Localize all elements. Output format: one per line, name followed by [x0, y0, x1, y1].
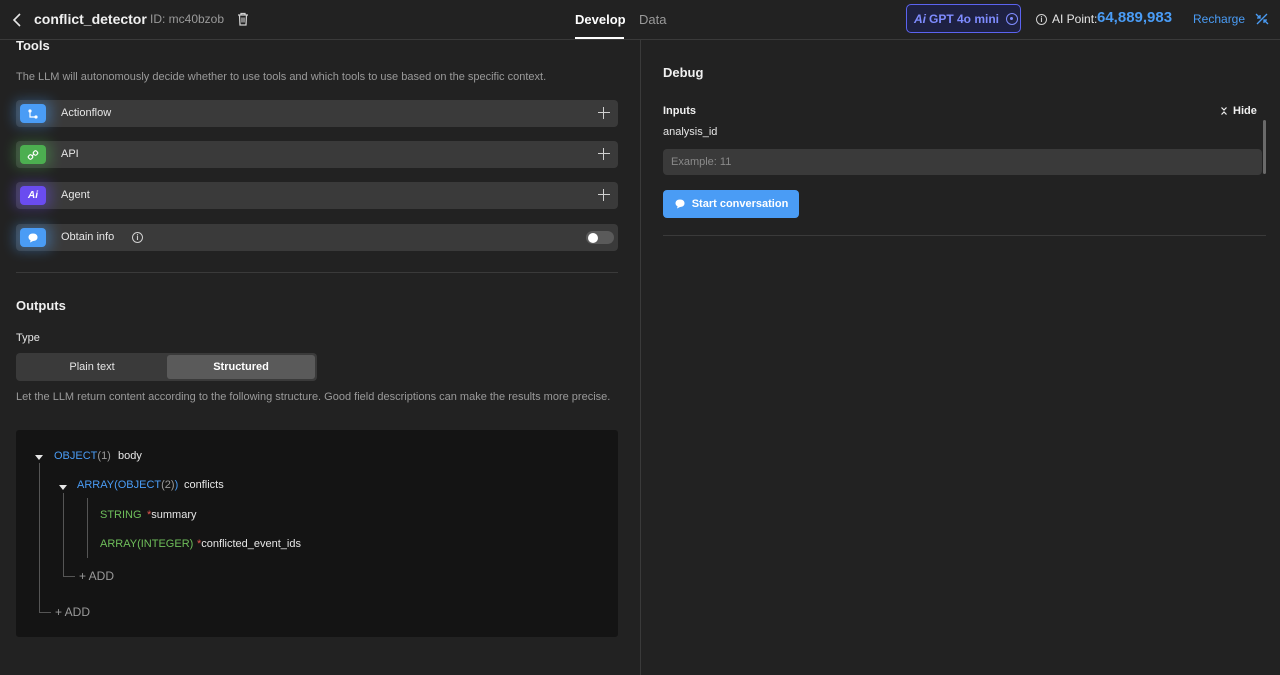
add-array-field-button[interactable]: + ADD: [79, 569, 114, 583]
schema-editor: OBJECT(1) body ARRAY(OBJECT(2)) conflict…: [16, 430, 618, 637]
trash-icon[interactable]: [235, 11, 251, 27]
tab-develop[interactable]: Develop: [575, 12, 626, 27]
panel-divider: [640, 40, 641, 675]
tool-label: Actionflow: [61, 107, 112, 119]
model-selector-button[interactable]: Ai GPT 4o mini: [906, 4, 1021, 33]
hide-inputs-button[interactable]: Hide: [1220, 105, 1257, 117]
add-agent-icon[interactable]: [598, 189, 610, 201]
collapse-chevrons-icon: [1221, 107, 1227, 115]
inputs-scrollbar[interactable]: [1263, 120, 1266, 174]
active-tab-indicator: [575, 37, 624, 39]
info-icon[interactable]: i: [132, 232, 143, 243]
actionflow-icon: [20, 104, 46, 123]
debug-divider: [663, 235, 1266, 236]
chat-bubble-icon: [20, 228, 46, 247]
app-id: ID: mc40bzob: [150, 12, 225, 26]
root-type: OBJECT(1): [54, 450, 111, 462]
debug-title: Debug: [663, 65, 704, 80]
tools-title: Tools: [16, 38, 50, 53]
analysis-id-input[interactable]: [663, 149, 1262, 175]
tool-label: API: [61, 148, 79, 160]
field-name[interactable]: *conflicted_event_ids: [197, 538, 301, 550]
array-name[interactable]: conflicts: [184, 479, 224, 491]
outputs-description: Let the LLM return content according to …: [16, 391, 611, 403]
root-name[interactable]: body: [118, 450, 142, 462]
ai-point-label-text: AI Point:: [1052, 12, 1098, 26]
back-arrow-icon[interactable]: [8, 10, 28, 30]
section-divider: [16, 272, 618, 273]
tool-row-actionflow[interactable]: Actionflow: [14, 100, 618, 127]
structured-option[interactable]: Structured: [167, 355, 315, 379]
top-bar: conflict_detector ID: mc40bzob Develop D…: [0, 0, 1280, 40]
output-type-segmented-control: Plain text Structured: [16, 353, 317, 381]
start-conversation-button[interactable]: Start conversation: [663, 190, 799, 218]
tool-row-agent[interactable]: Ai Agent: [14, 182, 618, 209]
ai-point-value: 64,889,983: [1097, 9, 1173, 26]
field-type: ARRAY(INTEGER): [100, 538, 194, 550]
plain-text-option[interactable]: Plain text: [18, 355, 166, 379]
array-type: ARRAY(OBJECT(2)): [77, 479, 179, 491]
tool-label: Obtain info: [61, 231, 115, 243]
collapse-conflicts-caret-icon[interactable]: [59, 485, 67, 490]
add-api-icon[interactable]: [598, 148, 610, 160]
add-actionflow-icon[interactable]: [598, 107, 610, 119]
tool-row-api[interactable]: API: [14, 141, 618, 168]
tools-description: The LLM will autonomously decide whether…: [16, 71, 547, 83]
tree-line: [39, 463, 40, 613]
app-title: conflict_detector: [34, 11, 147, 27]
analysis-id-label: analysis_id: [663, 126, 718, 138]
config-panel: Tools The LLM will autonomously decide w…: [0, 38, 640, 675]
model-label: GPT 4o mini: [929, 11, 1000, 26]
tree-line: [39, 612, 51, 613]
recharge-link[interactable]: Recharge: [1193, 12, 1245, 26]
hide-label: Hide: [1233, 105, 1257, 117]
tree-line: [63, 576, 75, 577]
tab-data[interactable]: Data: [639, 12, 666, 27]
chat-bubble-icon: [675, 199, 685, 209]
outputs-title: Outputs: [16, 298, 66, 313]
api-link-icon: [20, 145, 46, 164]
agent-ai-icon: Ai: [20, 186, 46, 205]
field-name[interactable]: *summary: [147, 509, 197, 521]
ai-logo-icon: Ai: [914, 11, 926, 26]
tree-line: [63, 493, 64, 577]
model-settings-icon: [1006, 12, 1019, 25]
tree-line: [87, 498, 88, 558]
tool-label: Agent: [61, 189, 90, 201]
field-type: STRING: [100, 509, 142, 521]
tool-row-obtain-info: Obtain info i: [14, 224, 618, 251]
collapse-body-caret-icon[interactable]: [35, 455, 43, 460]
add-body-field-button[interactable]: + ADD: [55, 605, 90, 619]
obtain-info-toggle[interactable]: [586, 231, 614, 244]
info-icon[interactable]: i: [1036, 13, 1047, 25]
start-conversation-label: Start conversation: [691, 198, 789, 210]
collapse-panel-icon[interactable]: [1254, 11, 1270, 27]
inputs-title: Inputs: [663, 105, 696, 117]
type-label: Type: [16, 332, 40, 344]
ai-point-label: i AI Point:: [1036, 12, 1097, 26]
